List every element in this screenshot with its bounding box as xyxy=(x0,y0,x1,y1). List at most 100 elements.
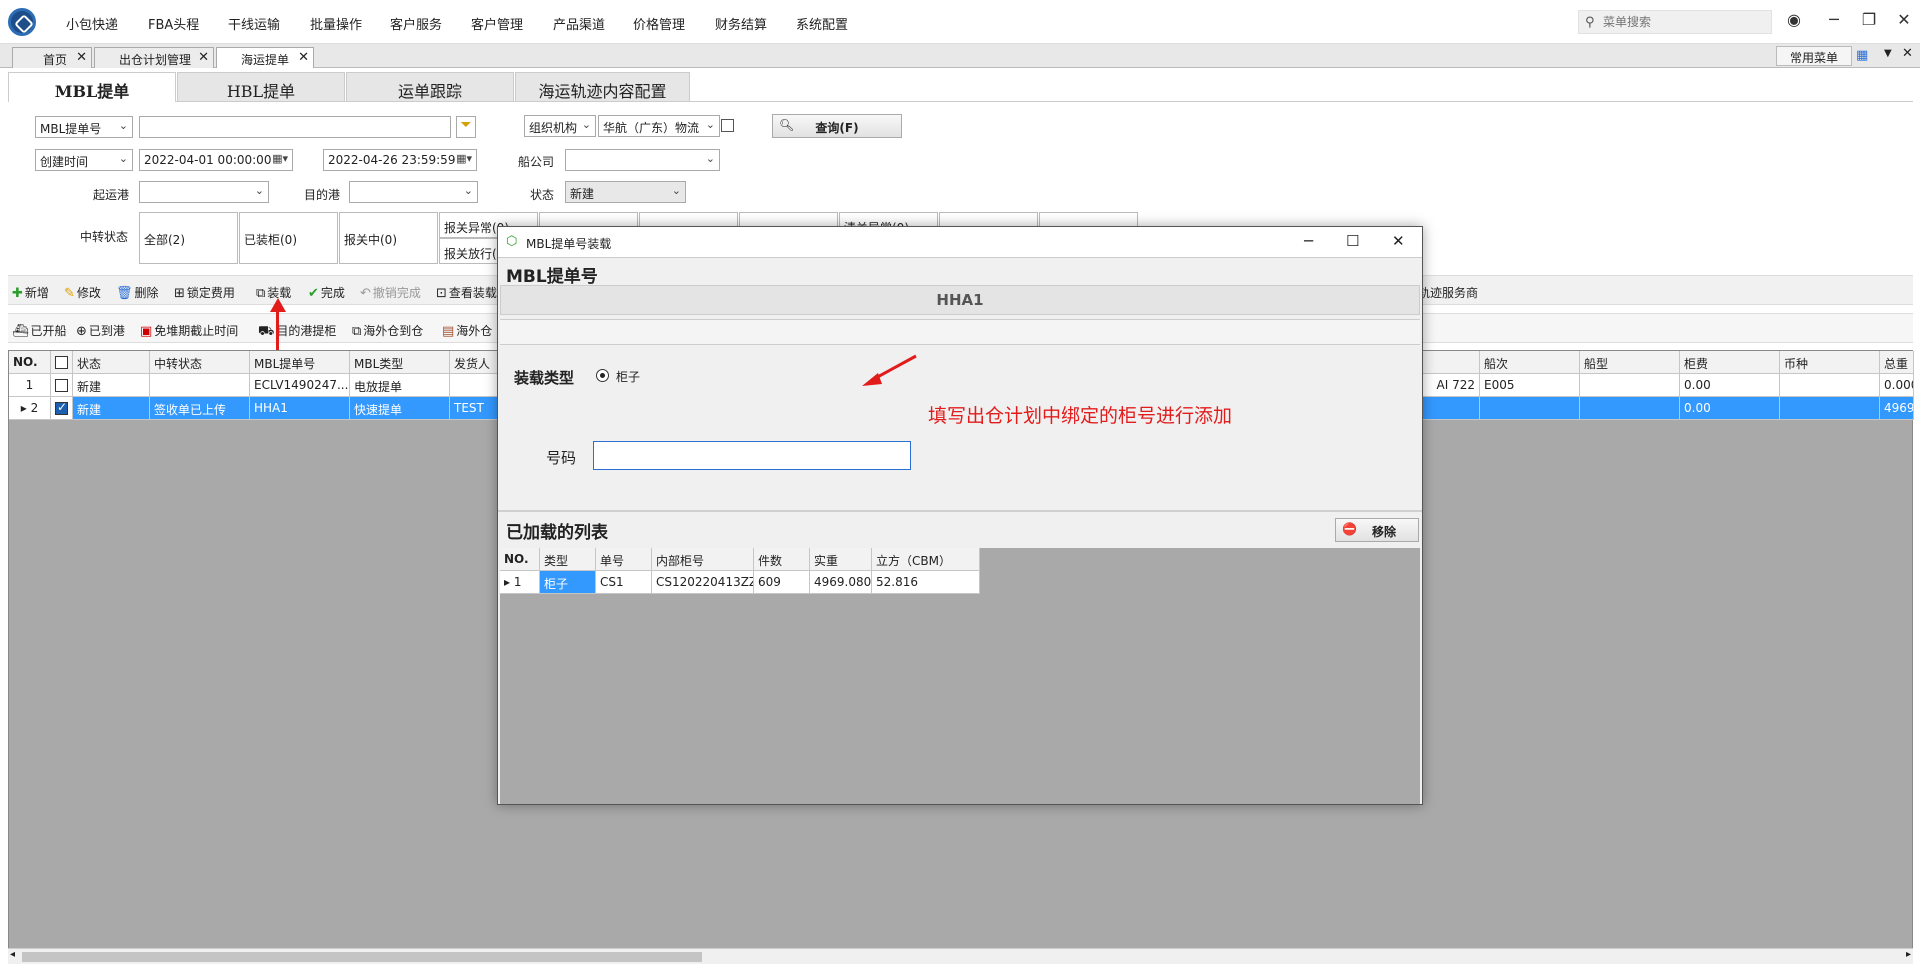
col-status[interactable]: 状态 xyxy=(73,351,150,374)
transit-loaded[interactable]: 已装柜(0) xyxy=(239,212,338,264)
menu-system[interactable]: 系统配置 xyxy=(796,14,848,33)
dialog-spacer-bar xyxy=(500,319,1420,345)
date-from-picker[interactable]: 2022-04-01 00:00:00 ▦▾ xyxy=(139,149,293,171)
col-weight[interactable]: 总重 xyxy=(1880,351,1914,374)
status-select[interactable]: 新建 ⌄ xyxy=(565,181,686,203)
query-button[interactable]: 🔍︎ 查询(F) xyxy=(772,114,902,138)
search-field-value: MBL提单号 xyxy=(40,122,102,136)
load-type-radio[interactable] xyxy=(596,369,609,382)
dialog-close-icon[interactable]: ✕ xyxy=(1392,232,1405,250)
scrollbar-thumb[interactable] xyxy=(22,952,702,962)
free-storage-button[interactable]: ▣ 免堆期截止时间 xyxy=(140,322,238,339)
carrier-select[interactable]: ⌄ xyxy=(565,149,720,171)
menu-pricing[interactable]: 价格管理 xyxy=(633,14,685,33)
arrived-button[interactable]: ⊕ 已到港 xyxy=(76,322,125,339)
add-button[interactable]: ✚ 新增 xyxy=(12,284,49,301)
tab-close-icon[interactable]: ✕ xyxy=(298,50,309,65)
col-select-all[interactable] xyxy=(51,351,73,374)
date-to-picker[interactable]: 2022-04-26 23:59:59 ▦▾ xyxy=(323,149,477,171)
complete-button[interactable]: ✔ 完成 xyxy=(308,284,345,301)
calendar-icon: ▦▾ xyxy=(456,152,472,165)
col-cbm[interactable]: 立方（CBM） xyxy=(872,548,980,571)
subtab-tracking[interactable]: 运单跟踪 xyxy=(346,72,514,102)
undo-complete-button[interactable]: ↶ 撤销完成 xyxy=(360,284,421,301)
container-number-input[interactable] xyxy=(593,441,911,470)
dest-port-select[interactable]: ⌄ xyxy=(349,181,478,203)
departed-button[interactable]: ⛴ 已开船 xyxy=(12,322,67,339)
edit-button[interactable]: ✎ 修改 xyxy=(64,284,101,301)
org-include-checkbox[interactable] xyxy=(721,119,734,132)
scroll-right-icon[interactable]: ▸ xyxy=(1906,949,1911,960)
menu-batch[interactable]: 批量操作 xyxy=(310,14,362,33)
menu-customer-service[interactable]: 客户服务 xyxy=(390,14,442,33)
tab-outbound-plan[interactable]: 出仓计划管理 ✕ xyxy=(94,47,214,68)
overseas-arrival-button[interactable]: ⧉ 海外仓到仓 xyxy=(352,322,423,339)
overseas-button[interactable]: ▤ 海外仓 xyxy=(442,322,492,339)
col-pieces[interactable]: 件数 xyxy=(754,548,810,571)
row-check-cell[interactable] xyxy=(51,397,73,420)
tab-sea-bl[interactable]: 海运提单 ✕ xyxy=(216,47,314,68)
subtab-mbl[interactable]: MBL提单 xyxy=(8,72,176,102)
col-transit[interactable]: 中转状态 xyxy=(150,351,250,374)
subtab-hbl[interactable]: HBL提单 xyxy=(177,72,345,102)
row-inner: CS120220413ZZ xyxy=(652,571,754,594)
view-load-button[interactable]: ⊡ 查看装载 xyxy=(436,284,497,301)
tab-close-icon[interactable]: ✕ xyxy=(76,50,87,65)
lock-fee-button[interactable]: ⊞ 锁定费用 xyxy=(174,284,235,301)
mbl-number-input[interactable] xyxy=(139,116,451,138)
tab-close-all-icon[interactable]: ✕ xyxy=(1902,46,1913,61)
menu-products[interactable]: 产品渠道 xyxy=(553,14,605,33)
grid-view-icon[interactable]: ▦ xyxy=(1856,48,1868,63)
select-all-checkbox[interactable] xyxy=(55,356,68,369)
col-currency[interactable]: 币种 xyxy=(1780,351,1880,374)
menu-small-parcel[interactable]: 小包快递 xyxy=(66,14,118,33)
close-icon[interactable]: ✕ xyxy=(1894,10,1914,29)
origin-port-select[interactable]: ⌄ xyxy=(139,181,269,203)
date-field-select[interactable]: 创建时间 ⌄ xyxy=(35,149,133,171)
tab-close-icon[interactable]: ✕ xyxy=(198,50,209,65)
dialog-maximize-icon[interactable]: ☐ xyxy=(1346,232,1359,250)
menu-finance[interactable]: 财务结算 xyxy=(715,14,767,33)
menu-search-box[interactable]: ⚲ xyxy=(1578,10,1772,34)
search-field-select[interactable]: MBL提单号 ⌄ xyxy=(35,116,133,138)
track-provider-button[interactable]: 轨迹服务商 xyxy=(1418,284,1478,301)
subtab-track-config[interactable]: 海运轨迹内容配置 xyxy=(515,72,690,102)
tab-dropdown-icon[interactable]: ▼ xyxy=(1884,48,1892,59)
dialog-header-title: MBL提单号 xyxy=(506,267,598,287)
menu-customer-mgmt[interactable]: 客户管理 xyxy=(471,14,523,33)
col-type[interactable]: 类型 xyxy=(540,548,596,571)
scroll-left-icon[interactable]: ◂ xyxy=(10,949,15,960)
restore-icon[interactable]: ❐ xyxy=(1859,10,1879,29)
org-select[interactable]: 华航（广东）物流 ⌄ xyxy=(598,115,720,137)
remove-button[interactable]: ⛔ 移除 xyxy=(1335,518,1419,542)
col-voyage[interactable]: 船次 xyxy=(1480,351,1580,374)
theme-icon[interactable]: ◉ xyxy=(1784,10,1804,29)
dialog-minimize-icon[interactable]: ─ xyxy=(1304,232,1313,250)
col-mbl[interactable]: MBL提单号 xyxy=(250,351,350,374)
table-row[interactable]: ▸ 1 柜子 CS1 CS120220413ZZ 609 4969.080 52… xyxy=(500,571,980,594)
row-checkbox[interactable] xyxy=(55,400,68,415)
col-mbl-type[interactable]: MBL类型 xyxy=(350,351,450,374)
search-icon: ⚲ xyxy=(1585,15,1595,30)
transit-declaring[interactable]: 报关中(0) xyxy=(339,212,438,264)
row-checkbox[interactable] xyxy=(55,379,68,392)
grid-horizontal-scrollbar[interactable]: ◂ ▸ xyxy=(8,948,1913,964)
col-inner[interactable]: 内部柜号 xyxy=(652,548,754,571)
col-ship-type[interactable]: 船型 xyxy=(1580,351,1680,374)
menu-fba[interactable]: FBA头程 xyxy=(148,14,199,33)
filter-icon[interactable]: ⏷ xyxy=(456,116,476,138)
delete-button[interactable]: 🗑︎ 删除 xyxy=(116,284,159,301)
row-check-cell[interactable] xyxy=(51,374,73,397)
sub-tab-bar: MBL提单 HBL提单 运单跟踪 海运轨迹内容配置 xyxy=(8,72,1913,102)
col-fee[interactable]: 柜费 xyxy=(1680,351,1780,374)
dest-pickup-button[interactable]: ⛟ 目的港提柜 xyxy=(258,322,336,341)
menu-search-input[interactable] xyxy=(1603,14,1763,30)
col-doc[interactable]: 单号 xyxy=(596,548,652,571)
minimize-icon[interactable]: ─ xyxy=(1824,10,1844,29)
common-menu-button[interactable]: 常用菜单 xyxy=(1776,46,1852,66)
org-label-select[interactable]: 组织机构 ⌄ xyxy=(524,115,596,137)
col-weight[interactable]: 实重 xyxy=(810,548,872,571)
tab-home[interactable]: 首页 ✕ xyxy=(12,47,92,68)
transit-all[interactable]: 全部(2) xyxy=(139,212,238,264)
menu-trunk[interactable]: 干线运输 xyxy=(228,14,280,33)
